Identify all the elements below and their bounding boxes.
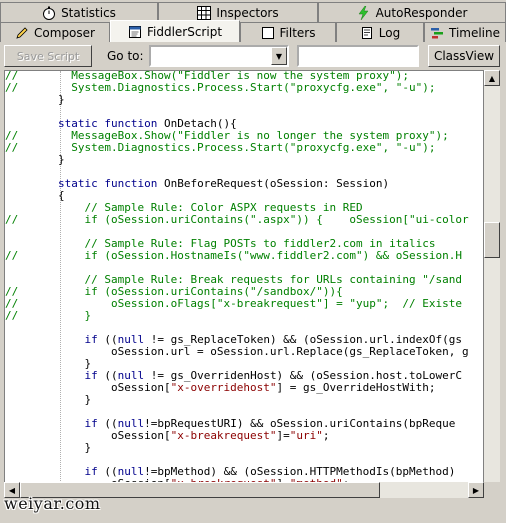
tab-statistics[interactable]: Statistics — [0, 2, 158, 22]
code-token: OnBeforeRequest(oSession: Session) — [157, 177, 390, 190]
code-line: // } — [5, 309, 483, 322]
timeline-icon — [430, 26, 444, 40]
code-token: } — [5, 393, 92, 406]
classview-button[interactable]: ClassView — [428, 45, 500, 67]
goto-label: Go to: — [107, 49, 144, 63]
tab-label: Log — [378, 25, 401, 40]
stopwatch-icon — [42, 6, 56, 20]
watermark: weiyar.com — [4, 494, 101, 513]
code-line: static function OnBeforeRequest(oSession… — [5, 177, 483, 190]
code-line: } — [5, 153, 483, 166]
tab-label: Timeline — [448, 25, 501, 40]
tab-label: Inspectors — [216, 5, 279, 20]
chevron-down-icon[interactable]: ▼ — [271, 47, 287, 65]
code-token: "proxycfg.exe" — [289, 81, 383, 94]
tab-label: AutoResponder — [375, 5, 468, 20]
code-token: ); — [435, 129, 449, 142]
code-token: } — [5, 93, 65, 106]
code-token: // — [5, 249, 19, 262]
tab-label: Composer — [34, 25, 95, 40]
tab-label: FiddlerScript — [146, 24, 223, 39]
code-line: // System.Diagnostics.Process.Start("pro… — [5, 141, 483, 154]
code-token: ]= — [276, 429, 290, 442]
code-token: if (oSession.uriContains(".aspx")) { oSe… — [18, 213, 469, 226]
code-token: , — [382, 81, 396, 94]
code-token: "x-overridehost" — [170, 381, 277, 394]
inspector-grid-icon — [197, 5, 212, 20]
code-token: "x-breakrequest" — [170, 429, 277, 442]
search-input[interactable] — [297, 45, 419, 67]
tab-log[interactable]: Log — [336, 22, 424, 42]
vertical-scrollbar[interactable]: ▲ ▼ — [484, 70, 500, 498]
checkbox-icon — [261, 26, 275, 40]
code-token: , — [382, 141, 396, 154]
tab-timeline[interactable]: Timeline — [424, 22, 506, 42]
tab-filters[interactable]: Filters — [240, 22, 336, 42]
tab-label: Filters — [279, 25, 316, 40]
code-token: "uri" — [289, 429, 323, 442]
code-token: if (oSession.HostnameIs("www.fiddler2.co… — [18, 249, 462, 262]
scroll-right-icon[interactable]: ▶ — [468, 482, 484, 498]
code-token: } — [5, 153, 65, 166]
bottom-tab-row: Composer FiddlerScript Filters Log Timel… — [0, 20, 506, 42]
code-line: // if (oSession.uriContains(".aspx")) { … — [5, 213, 483, 226]
script-icon — [128, 25, 142, 39]
code-token: "-u" — [395, 141, 423, 154]
code-token: // — [5, 309, 19, 322]
code-text[interactable]: // MessageBox.Show("Fiddler is now the s… — [5, 71, 483, 497]
scroll-up-icon[interactable]: ▲ — [484, 70, 500, 86]
tab-composer[interactable]: Composer — [0, 22, 110, 42]
code-token: static function — [57, 177, 158, 190]
code-line: } — [5, 93, 483, 106]
code-token: } — [18, 309, 92, 322]
code-token: } — [5, 441, 92, 454]
code-token: ; — [322, 429, 330, 442]
script-editor[interactable]: // MessageBox.Show("Fiddler is now the s… — [4, 70, 484, 498]
code-line: } — [5, 393, 483, 406]
tab-fiddlerscript[interactable]: FiddlerScript — [110, 20, 240, 42]
code-token: "proxycfg.exe" — [289, 141, 383, 154]
code-line: // System.Diagnostics.Process.Start("pro… — [5, 81, 483, 94]
code-token: ); — [422, 141, 436, 154]
code-token: ] = gs_OverrideHostWith; — [276, 381, 436, 394]
tab-inspectors[interactable]: Inspectors — [158, 2, 318, 22]
code-line: // if (oSession.HostnameIs("www.fiddler2… — [5, 249, 483, 262]
code-token: ); — [422, 81, 436, 94]
save-script-button[interactable]: Save Script — [4, 45, 92, 67]
code-token: "-u" — [395, 81, 423, 94]
scrollbar-thumb[interactable] — [484, 222, 500, 258]
tab-autoresponder[interactable]: AutoResponder — [318, 2, 506, 22]
scroll-corner — [484, 482, 500, 498]
goto-dropdown[interactable]: ▼ — [149, 45, 289, 67]
code-token: // — [5, 213, 19, 226]
log-icon — [360, 26, 374, 40]
pencil-icon — [15, 26, 29, 40]
code-line: } — [5, 441, 483, 454]
top-tab-row: Statistics Inspectors AutoResponder — [0, 2, 506, 22]
tab-label: Statistics — [61, 5, 116, 20]
script-toolbar: Save Script Go to: ▼ ClassView — [0, 42, 506, 70]
lightning-icon — [357, 5, 371, 20]
